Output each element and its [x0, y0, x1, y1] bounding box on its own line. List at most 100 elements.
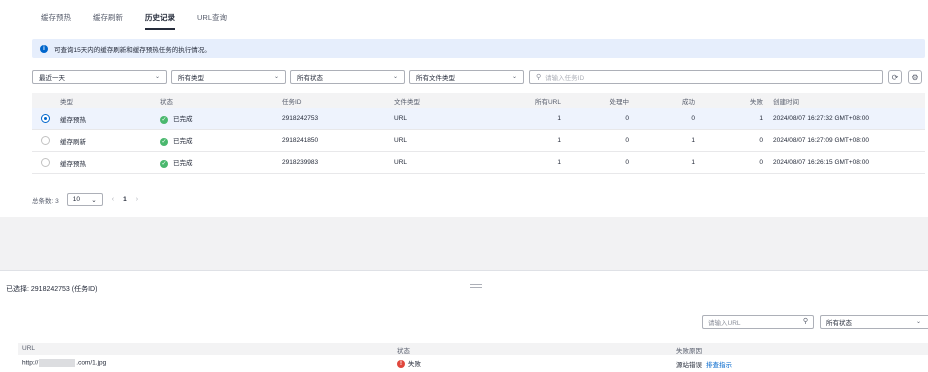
cell-reason: 源站错误 排查指示 [676, 362, 732, 369]
search-placeholder: 请输入任务ID [545, 75, 585, 82]
search-icon: ⚲ [536, 74, 542, 81]
cell-task-id: 2918239983 [282, 159, 319, 166]
cell-failed: 1 [759, 115, 763, 122]
cell-failed: 0 [759, 137, 763, 144]
chevron-down-icon: ⌄ [915, 319, 921, 325]
settings-button[interactable]: ⚙ [908, 70, 922, 84]
detail-row: http://.com/1.jpg ! 失败 源站错误 排查指示 [18, 355, 928, 371]
header-status: 状态 [397, 348, 410, 355]
cell-all-url: 1 [557, 137, 561, 144]
info-icon: i [40, 44, 48, 53]
type-select[interactable]: 所有类型 ⌄ [171, 70, 286, 84]
chevron-down-icon: ⌄ [91, 196, 97, 204]
refresh-icon: ⟳ [891, 72, 899, 82]
cell-url: http://.com/1.jpg [22, 359, 107, 367]
gear-icon: ⚙ [911, 72, 919, 82]
cell-file-type: URL [394, 159, 408, 166]
cell-processing: 0 [625, 115, 629, 122]
tab-bar: 缓存预热 缓存刷新 历史记录 URL查询 [41, 12, 249, 30]
cell-processing: 0 [625, 137, 629, 144]
detail-status-select[interactable]: 所有状态 ⌄ [820, 315, 928, 329]
header-reason: 失败原因 [676, 348, 702, 355]
pagination: 总条数: 3 10 ⌄ ‹ 1 › [32, 193, 138, 206]
table-row[interactable]: 缓存预热 ✓ 已完成 2918239983 URL 1 0 1 0 2024/08… [32, 152, 925, 174]
cell-status: ✓ 已完成 [160, 137, 193, 146]
tab-cache-preheat[interactable]: 缓存预热 [41, 12, 71, 30]
chevron-down-icon: ⌄ [154, 74, 160, 80]
header-status: 状态 [160, 98, 173, 106]
chevron-down-icon: ⌄ [392, 74, 398, 80]
header-url: URL [22, 345, 36, 352]
time-range-value: 最近一天 [39, 75, 65, 82]
cell-all-url: 1 [557, 115, 561, 122]
header-created: 创建时间 [773, 98, 799, 106]
prev-page-button[interactable]: ‹ [112, 196, 114, 203]
row-radio[interactable] [41, 158, 50, 167]
cell-file-type: URL [394, 137, 408, 144]
cell-status: ✓ 已完成 [160, 159, 193, 168]
detail-table-header: URL 状态 失败原因 [18, 343, 928, 355]
tab-url-query[interactable]: URL查询 [197, 12, 227, 30]
cell-created: 2024/08/07 16:26:15 GMT+08:00 [773, 159, 869, 166]
next-page-button[interactable]: › [136, 196, 138, 203]
status-value: 所有状态 [297, 75, 323, 82]
resize-handle[interactable] [470, 284, 482, 288]
cell-created: 2024/08/07 16:27:32 GMT+08:00 [773, 115, 869, 122]
tab-history[interactable]: 历史记录 [145, 12, 175, 30]
total-count: 总条数: 3 [32, 197, 59, 205]
header-success: 成功 [682, 98, 695, 106]
check-circle-icon: ✓ [160, 115, 168, 124]
url-search-input[interactable]: 请输入URL ⚲ [702, 315, 814, 329]
url-placeholder: 请输入URL [708, 320, 741, 327]
refresh-button[interactable]: ⟳ [888, 70, 902, 84]
file-type-select[interactable]: 所有文件类型 ⌄ [409, 70, 524, 84]
cell-created: 2024/08/07 16:27:09 GMT+08:00 [773, 137, 869, 144]
task-id-search-input[interactable]: ⚲ 请输入任务ID [529, 70, 883, 84]
cell-all-url: 1 [557, 159, 561, 166]
cell-status: ! 失败 [397, 358, 421, 369]
cell-success: 0 [691, 115, 695, 122]
detail-table: URL 状态 失败原因 http://.com/1.jpg ! 失败 源站错误 排查… [18, 343, 928, 371]
history-table: 类型 状态 任务ID 文件类型 所有URL 处理中 成功 失败 创建时间 缓存预… [32, 93, 925, 174]
row-radio[interactable] [41, 114, 50, 123]
time-range-select[interactable]: 最近一天 ⌄ [32, 70, 167, 84]
cell-failed: 0 [759, 159, 763, 166]
row-radio[interactable] [41, 136, 50, 145]
filter-bar: 最近一天 ⌄ 所有类型 ⌄ 所有状态 ⌄ 所有文件类型 ⌄ ⚲ 请输入任务ID … [32, 70, 925, 85]
info-banner: i 可查询15天内的缓存刷新和缓存预热任务的执行情况。 [32, 39, 925, 58]
status-select[interactable]: 所有状态 ⌄ [290, 70, 405, 84]
troubleshoot-link[interactable]: 排查指示 [706, 362, 732, 369]
header-file-type: 文件类型 [394, 98, 420, 106]
header-type: 类型 [60, 98, 73, 106]
cell-processing: 0 [625, 159, 629, 166]
table-row[interactable]: 缓存刷新 ✓ 已完成 2918241850 URL 1 0 1 0 2024/08… [32, 130, 925, 152]
page-size-select[interactable]: 10 ⌄ [66, 193, 103, 206]
selected-task-label: 已选择: 2918242753 (任务ID) [6, 286, 98, 293]
table-row[interactable]: 缓存预热 ✓ 已完成 2918242753 URL 1 0 0 1 2024/08… [32, 108, 925, 130]
page-number-button[interactable]: 1 [123, 196, 127, 203]
cell-success: 1 [691, 137, 695, 144]
tab-cache-refresh[interactable]: 缓存刷新 [93, 12, 123, 30]
panel-divider-area [0, 217, 928, 270]
search-icon: ⚲ [802, 318, 808, 325]
redacted-mask [39, 359, 76, 367]
table-header: 类型 状态 任务ID 文件类型 所有URL 处理中 成功 失败 创建时间 [32, 93, 925, 108]
error-circle-icon: ! [397, 360, 405, 369]
cell-type: 缓存预热 [60, 160, 86, 168]
cell-task-id: 2918242753 [282, 115, 319, 122]
header-task-id: 任务ID [282, 98, 302, 106]
cell-success: 1 [691, 159, 695, 166]
header-all-url: 所有URL [534, 98, 561, 106]
check-circle-icon: ✓ [160, 137, 168, 146]
type-value: 所有类型 [178, 75, 204, 82]
cell-status: ✓ 已完成 [160, 115, 193, 124]
file-type-value: 所有文件类型 [416, 75, 455, 82]
chevron-down-icon: ⌄ [273, 74, 279, 80]
detail-status-value: 所有状态 [826, 320, 852, 327]
cell-task-id: 2918241850 [282, 137, 319, 144]
divider [0, 270, 928, 271]
cell-file-type: URL [394, 115, 408, 122]
banner-text: 可查询15天内的缓存刷新和缓存预热任务的执行情况。 [54, 46, 211, 54]
chevron-down-icon: ⌄ [511, 74, 517, 80]
header-failed: 失败 [750, 98, 763, 106]
